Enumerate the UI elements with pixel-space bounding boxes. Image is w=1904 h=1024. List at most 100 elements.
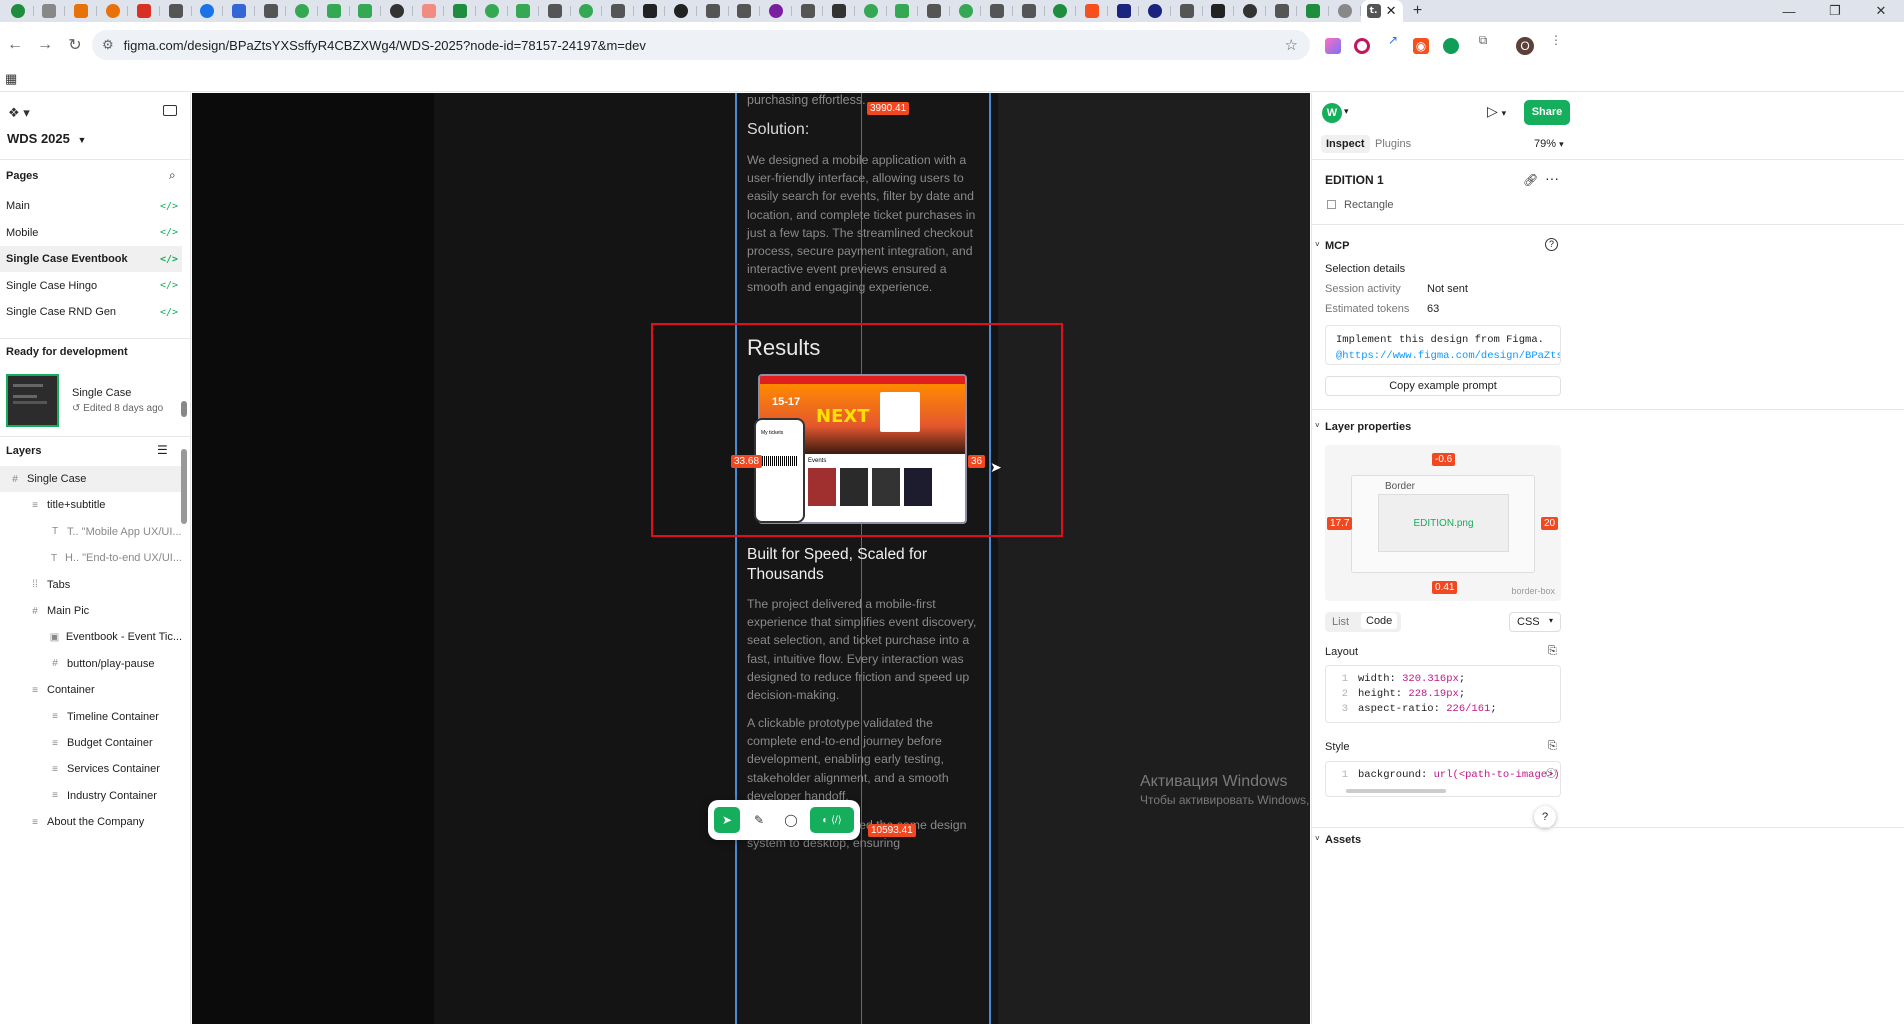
layer-row[interactable]: # button/play-pause: [0, 651, 182, 677]
chevron-down-icon[interactable]: ˅: [1315, 421, 1320, 430]
browser-tab[interactable]: [1171, 0, 1203, 22]
ready-scrollbar[interactable]: [181, 371, 187, 431]
page-item[interactable]: Main </>: [0, 193, 182, 219]
browser-tab[interactable]: [697, 0, 729, 22]
page-item[interactable]: Single Case Hingo </>: [0, 273, 182, 299]
browser-tab[interactable]: [381, 0, 413, 22]
browser-tab[interactable]: [508, 0, 540, 22]
browser-tab[interactable]: [1203, 0, 1235, 22]
browser-tab[interactable]: [1108, 0, 1140, 22]
browser-tab[interactable]: [823, 0, 855, 22]
browser-tab[interactable]: [286, 0, 318, 22]
figma-menu-icon[interactable]: ❖ ▾: [8, 105, 30, 121]
browser-tab[interactable]: [981, 0, 1013, 22]
browser-tab[interactable]: [1013, 0, 1045, 22]
dev-ready-icon[interactable]: </>: [160, 254, 178, 265]
style-code[interactable]: 1background: url(<path-to-image>) li ⓘ: [1325, 761, 1561, 797]
restore-icon[interactable]: ❐: [1812, 0, 1858, 22]
forward-icon[interactable]: →: [30, 30, 60, 60]
toggle-sidebar-icon[interactable]: [163, 105, 177, 116]
layer-row[interactable]: ≡ Services Container: [0, 756, 182, 782]
layer-row[interactable]: ≡ Industry Container: [0, 783, 182, 809]
page-item[interactable]: Mobile </>: [0, 220, 182, 246]
copy-prompt-button[interactable]: Copy example prompt: [1325, 376, 1561, 396]
back-icon[interactable]: ←: [0, 30, 30, 60]
layer-row[interactable]: ≡ Budget Container: [0, 730, 182, 756]
browser-tab[interactable]: [1266, 0, 1298, 22]
browser-tab[interactable]: [571, 0, 603, 22]
browser-tab[interactable]: [192, 0, 224, 22]
site-settings-icon[interactable]: ⚙: [102, 37, 114, 53]
browser-tab[interactable]: [444, 0, 476, 22]
example-prompt[interactable]: Implement this design from Figma. @https…: [1325, 325, 1561, 365]
tab-inspect[interactable]: Inspect: [1321, 135, 1370, 153]
browser-tab[interactable]: [413, 0, 445, 22]
layer-row[interactable]: T H.. "End-to-end UX/UI...: [0, 545, 182, 571]
copy-style-icon[interactable]: ⎘: [1548, 740, 1557, 753]
layer-row[interactable]: # Main Pic: [0, 598, 182, 624]
code-toggle[interactable]: Code: [1361, 613, 1398, 629]
design-canvas[interactable]: purchasing effortless. Solution: We desi…: [192, 93, 1310, 1024]
browser-tab[interactable]: [760, 0, 792, 22]
help-button[interactable]: ?: [1534, 806, 1556, 828]
page-item[interactable]: Single Case RND Gen </>: [0, 299, 182, 325]
browser-tab[interactable]: [223, 0, 255, 22]
info-icon[interactable]: ⓘ: [1546, 768, 1556, 783]
dev-ready-icon[interactable]: </>: [160, 280, 178, 291]
css-select[interactable]: CSS ▾: [1509, 612, 1561, 632]
browser-tab[interactable]: [318, 0, 350, 22]
play-icon[interactable]: ▷ ▾: [1487, 103, 1506, 120]
more-options-icon[interactable]: ···: [1545, 170, 1559, 186]
extension-icon[interactable]: [1325, 38, 1341, 54]
browser-tab[interactable]: [1076, 0, 1108, 22]
share-button[interactable]: Share: [1524, 100, 1570, 125]
dev-ready-icon[interactable]: </>: [160, 227, 178, 238]
layer-row[interactable]: ▣ Eventbook - Event Tic...: [0, 624, 182, 650]
layer-row[interactable]: ≡ About the Company: [0, 809, 182, 835]
file-title[interactable]: WDS 2025 ▼: [7, 131, 86, 146]
reload-icon[interactable]: ↻: [60, 30, 90, 60]
browser-tab[interactable]: [128, 0, 160, 22]
browser-tab[interactable]: [855, 0, 887, 22]
extension-icon[interactable]: ◉: [1413, 38, 1429, 54]
browser-tab[interactable]: [665, 0, 697, 22]
list-toggle[interactable]: List: [1332, 616, 1349, 628]
pen-tool-icon[interactable]: ✎: [746, 807, 772, 833]
browser-tab[interactable]: [1045, 0, 1077, 22]
close-tab-icon[interactable]: ✕: [1386, 3, 1397, 19]
browser-tab[interactable]: [34, 0, 66, 22]
browser-tab[interactable]: [1234, 0, 1266, 22]
ready-item-title[interactable]: Single Case: [72, 387, 131, 399]
browser-tab[interactable]: [539, 0, 571, 22]
browser-tab[interactable]: [1297, 0, 1329, 22]
search-icon[interactable]: ⌕: [169, 168, 176, 183]
browser-tab[interactable]: [350, 0, 382, 22]
layer-row[interactable]: # Single Case: [0, 466, 182, 492]
browser-tab[interactable]: [2, 0, 34, 22]
user-avatar[interactable]: W: [1322, 103, 1342, 123]
browser-tab[interactable]: [255, 0, 287, 22]
new-tab-button[interactable]: +: [1403, 2, 1433, 20]
profile-avatar[interactable]: O: [1516, 37, 1534, 55]
layer-row[interactable]: ≡ Timeline Container: [0, 704, 182, 730]
extension-icon[interactable]: ↗: [1383, 30, 1403, 50]
tab-plugins[interactable]: Plugins: [1375, 138, 1411, 150]
browser-tab[interactable]: [65, 0, 97, 22]
browser-tab[interactable]: [634, 0, 666, 22]
browser-tab[interactable]: [1139, 0, 1171, 22]
layer-row[interactable]: ≡ Container: [0, 677, 182, 703]
dev-ready-icon[interactable]: </>: [160, 201, 178, 212]
layers-scrollbar[interactable]: [181, 449, 187, 524]
close-window-icon[interactable]: ✕: [1858, 0, 1904, 22]
page-item[interactable]: Single Case Eventbook </>: [0, 246, 182, 272]
layer-row[interactable]: T T.. "Mobile App UX/UI...: [0, 519, 182, 545]
url-field[interactable]: ⚙ figma.com/design/BPaZtsYXSsffyR4CBZXWg…: [92, 30, 1310, 60]
extension-icon[interactable]: [1354, 38, 1370, 54]
chevron-down-icon[interactable]: ▾: [1344, 106, 1349, 117]
layer-row[interactable]: ≡ title+subtitle: [0, 492, 182, 518]
chevron-down-icon[interactable]: ˅: [1315, 834, 1320, 843]
bookmark-star-icon[interactable]: ☆: [1285, 36, 1298, 54]
extensions-puzzle-icon[interactable]: ⧉: [1473, 30, 1493, 50]
help-icon[interactable]: ?: [1545, 238, 1558, 251]
dev-mode-toggle-icon[interactable]: ◐ ⟨/⟩: [810, 807, 854, 833]
